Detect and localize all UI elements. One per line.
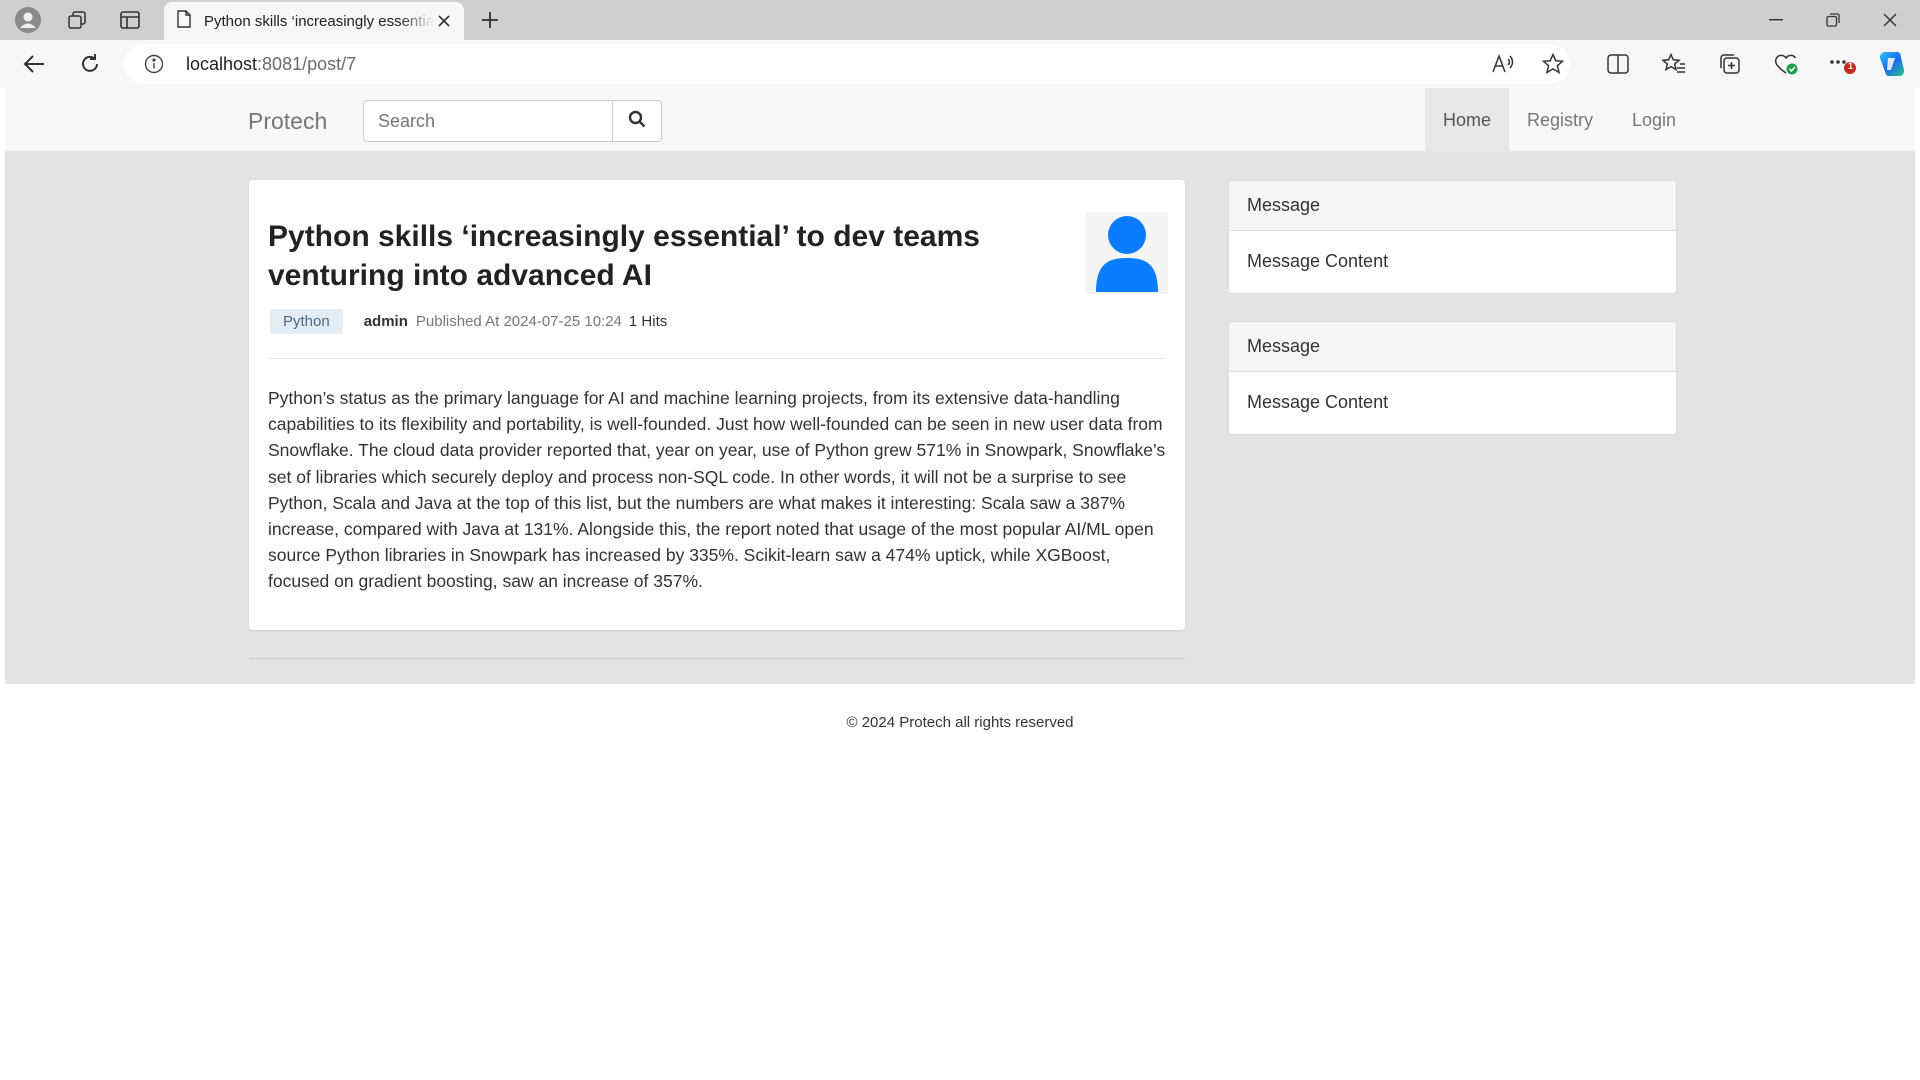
nav-login-link[interactable]: Login xyxy=(1611,88,1697,152)
tab-close-icon[interactable] xyxy=(434,11,454,31)
nav-registry-link[interactable]: Registry xyxy=(1509,88,1611,152)
post-body: Python’s status as the primary language … xyxy=(268,388,1166,592)
minimize-icon[interactable] xyxy=(1748,0,1804,40)
message-panel-content: Message Content xyxy=(1247,251,1389,271)
post-meta: Python admin Published At 2024-07-25 10:… xyxy=(270,308,667,334)
address-bar[interactable]: localhost:8081/post/7 xyxy=(124,44,1570,84)
browser-tab-bar: Python skills ‘increasingly essential’ t… xyxy=(0,0,1920,40)
post-divider xyxy=(268,358,1166,359)
message-panel-title: Message xyxy=(1229,181,1676,231)
nav-home-link[interactable]: Home xyxy=(1425,88,1509,152)
refresh-icon[interactable] xyxy=(70,46,110,82)
search-icon xyxy=(628,110,646,133)
site-brand[interactable]: Protech xyxy=(248,108,327,135)
browser-essentials-icon[interactable] xyxy=(1768,48,1804,80)
user-silhouette-icon xyxy=(1096,216,1158,292)
content-bottom-divider xyxy=(249,658,1185,659)
more-menu-icon[interactable]: 1 xyxy=(1824,48,1860,80)
new-tab-icon[interactable] xyxy=(470,4,510,36)
message-panel: Message Message Content xyxy=(1228,180,1677,294)
browser-toolbar: localhost:8081/post/7 1 xyxy=(0,40,1920,88)
close-window-icon[interactable] xyxy=(1862,0,1918,40)
profile-icon[interactable] xyxy=(8,4,48,36)
post-card: Python skills ‘increasingly essential’ t… xyxy=(249,180,1185,630)
workspaces-icon[interactable] xyxy=(57,4,97,36)
site-navbar: Protech Home Registry Login xyxy=(5,88,1915,152)
post-hits: 1 Hits xyxy=(628,312,668,330)
url-text[interactable]: localhost:8081/post/7 xyxy=(186,54,356,75)
read-aloud-icon[interactable] xyxy=(1490,52,1516,76)
notification-badge: 1 xyxy=(1848,61,1854,71)
search-button[interactable] xyxy=(612,100,662,142)
post-title: Python skills ‘increasingly essential’ t… xyxy=(268,220,980,292)
split-screen-icon[interactable] xyxy=(1600,48,1636,80)
back-arrow-icon[interactable] xyxy=(14,46,54,82)
message-panel-content: Message Content xyxy=(1247,392,1389,412)
favorites-icon[interactable] xyxy=(1656,48,1692,80)
author-avatar xyxy=(1086,212,1168,294)
site-info-icon[interactable] xyxy=(144,54,164,74)
category-tag[interactable]: Python xyxy=(270,308,343,334)
favorite-star-icon[interactable] xyxy=(1540,52,1566,76)
site-footer: © 2024 Protech all rights reserved xyxy=(846,714,1074,731)
web-page: Protech Home Registry Login Python skill… xyxy=(5,88,1915,1076)
post-published-date: Published At 2024-07-25 10:24 xyxy=(415,312,622,330)
message-panel: Message Message Content xyxy=(1228,321,1677,435)
tab-title: Python skills ‘increasingly essential’ t… xyxy=(204,12,434,30)
search-input[interactable] xyxy=(363,100,613,142)
message-panel-title: Message xyxy=(1229,322,1676,372)
copilot-icon[interactable] xyxy=(1874,48,1910,80)
active-tab[interactable]: Python skills ‘increasingly essential’ t… xyxy=(164,2,464,40)
collections-icon[interactable] xyxy=(1712,48,1748,80)
restore-icon[interactable] xyxy=(1805,0,1861,40)
post-author: admin xyxy=(363,312,408,330)
vertical-tabs-icon[interactable] xyxy=(110,4,150,36)
page-icon xyxy=(176,9,192,33)
